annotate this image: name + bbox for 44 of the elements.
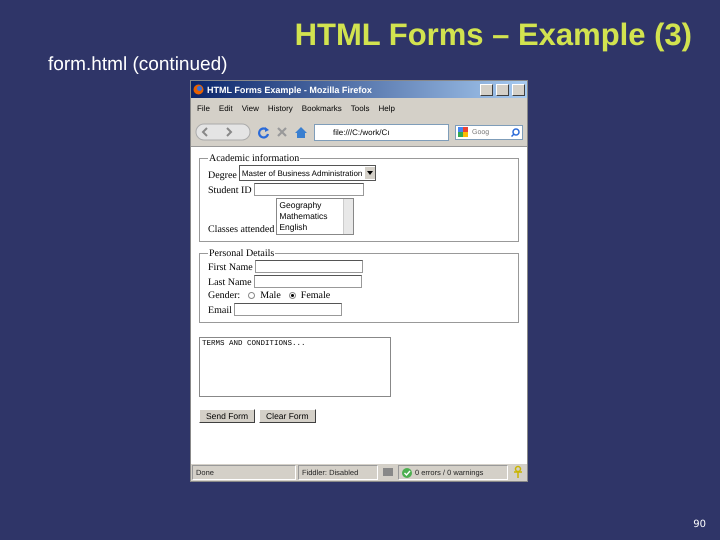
menu-item[interactable]: View bbox=[242, 104, 259, 113]
menu-item[interactable]: Edit bbox=[218, 104, 233, 113]
menu-item[interactable]: File bbox=[197, 104, 210, 113]
fieldset-legend: Academic information bbox=[208, 153, 300, 164]
fieldset-legend: Personal Details bbox=[208, 248, 276, 260]
field-label: Last Name bbox=[208, 277, 252, 288]
field-label: Classes attended bbox=[208, 224, 274, 236]
radio-label: Female bbox=[300, 290, 330, 302]
address-field[interactable]: file:///C:/work/Cı bbox=[314, 124, 449, 141]
home-icon[interactable] bbox=[294, 126, 308, 139]
input-field[interactable] bbox=[254, 260, 363, 274]
caret-icon[interactable] bbox=[367, 171, 374, 176]
check-icon bbox=[402, 468, 412, 478]
reload-icon[interactable] bbox=[257, 126, 270, 139]
search-icon[interactable] bbox=[511, 128, 520, 137]
field-label: Email bbox=[208, 305, 232, 316]
slide-subtitle: form.html (continued) bbox=[48, 54, 228, 76]
menu-item[interactable]: Bookmarks bbox=[302, 104, 342, 113]
menu-item[interactable]: Tools bbox=[350, 104, 370, 113]
page-number: 90 bbox=[693, 519, 706, 530]
minimize-button[interactable] bbox=[480, 84, 493, 96]
degree-dropdown[interactable]: Master of Business Administration bbox=[238, 165, 376, 182]
classes-listbox[interactable]: Geography Mathematics English bbox=[276, 198, 354, 236]
slide-title: HTML Forms – Example (3) bbox=[294, 18, 692, 52]
back-forward-icon[interactable] bbox=[195, 123, 251, 142]
form-button[interactable]: Clear Form bbox=[259, 409, 316, 424]
window-title: HTML Forms Example - Mozilla Firefox bbox=[207, 84, 373, 95]
radio-button[interactable] bbox=[248, 292, 256, 300]
form-button[interactable]: Send Form bbox=[199, 409, 256, 424]
menu-item[interactable]: Help bbox=[378, 104, 395, 113]
radio-label: Male bbox=[260, 290, 281, 302]
maximize-button[interactable] bbox=[496, 84, 509, 96]
radio-button[interactable] bbox=[288, 292, 296, 300]
menu-item[interactable]: History bbox=[268, 104, 293, 113]
field-label: Student ID bbox=[208, 185, 252, 196]
browser-logo-icon bbox=[193, 84, 204, 96]
field-label: First Name bbox=[208, 262, 253, 274]
input-field[interactable] bbox=[234, 303, 342, 316]
input-field[interactable] bbox=[254, 183, 364, 196]
input-field[interactable] bbox=[254, 275, 362, 288]
field-label: Degree bbox=[208, 170, 237, 182]
search-engine-icon[interactable] bbox=[458, 127, 470, 138]
close-button[interactable] bbox=[512, 84, 525, 96]
field-label: Gender: bbox=[208, 290, 240, 302]
